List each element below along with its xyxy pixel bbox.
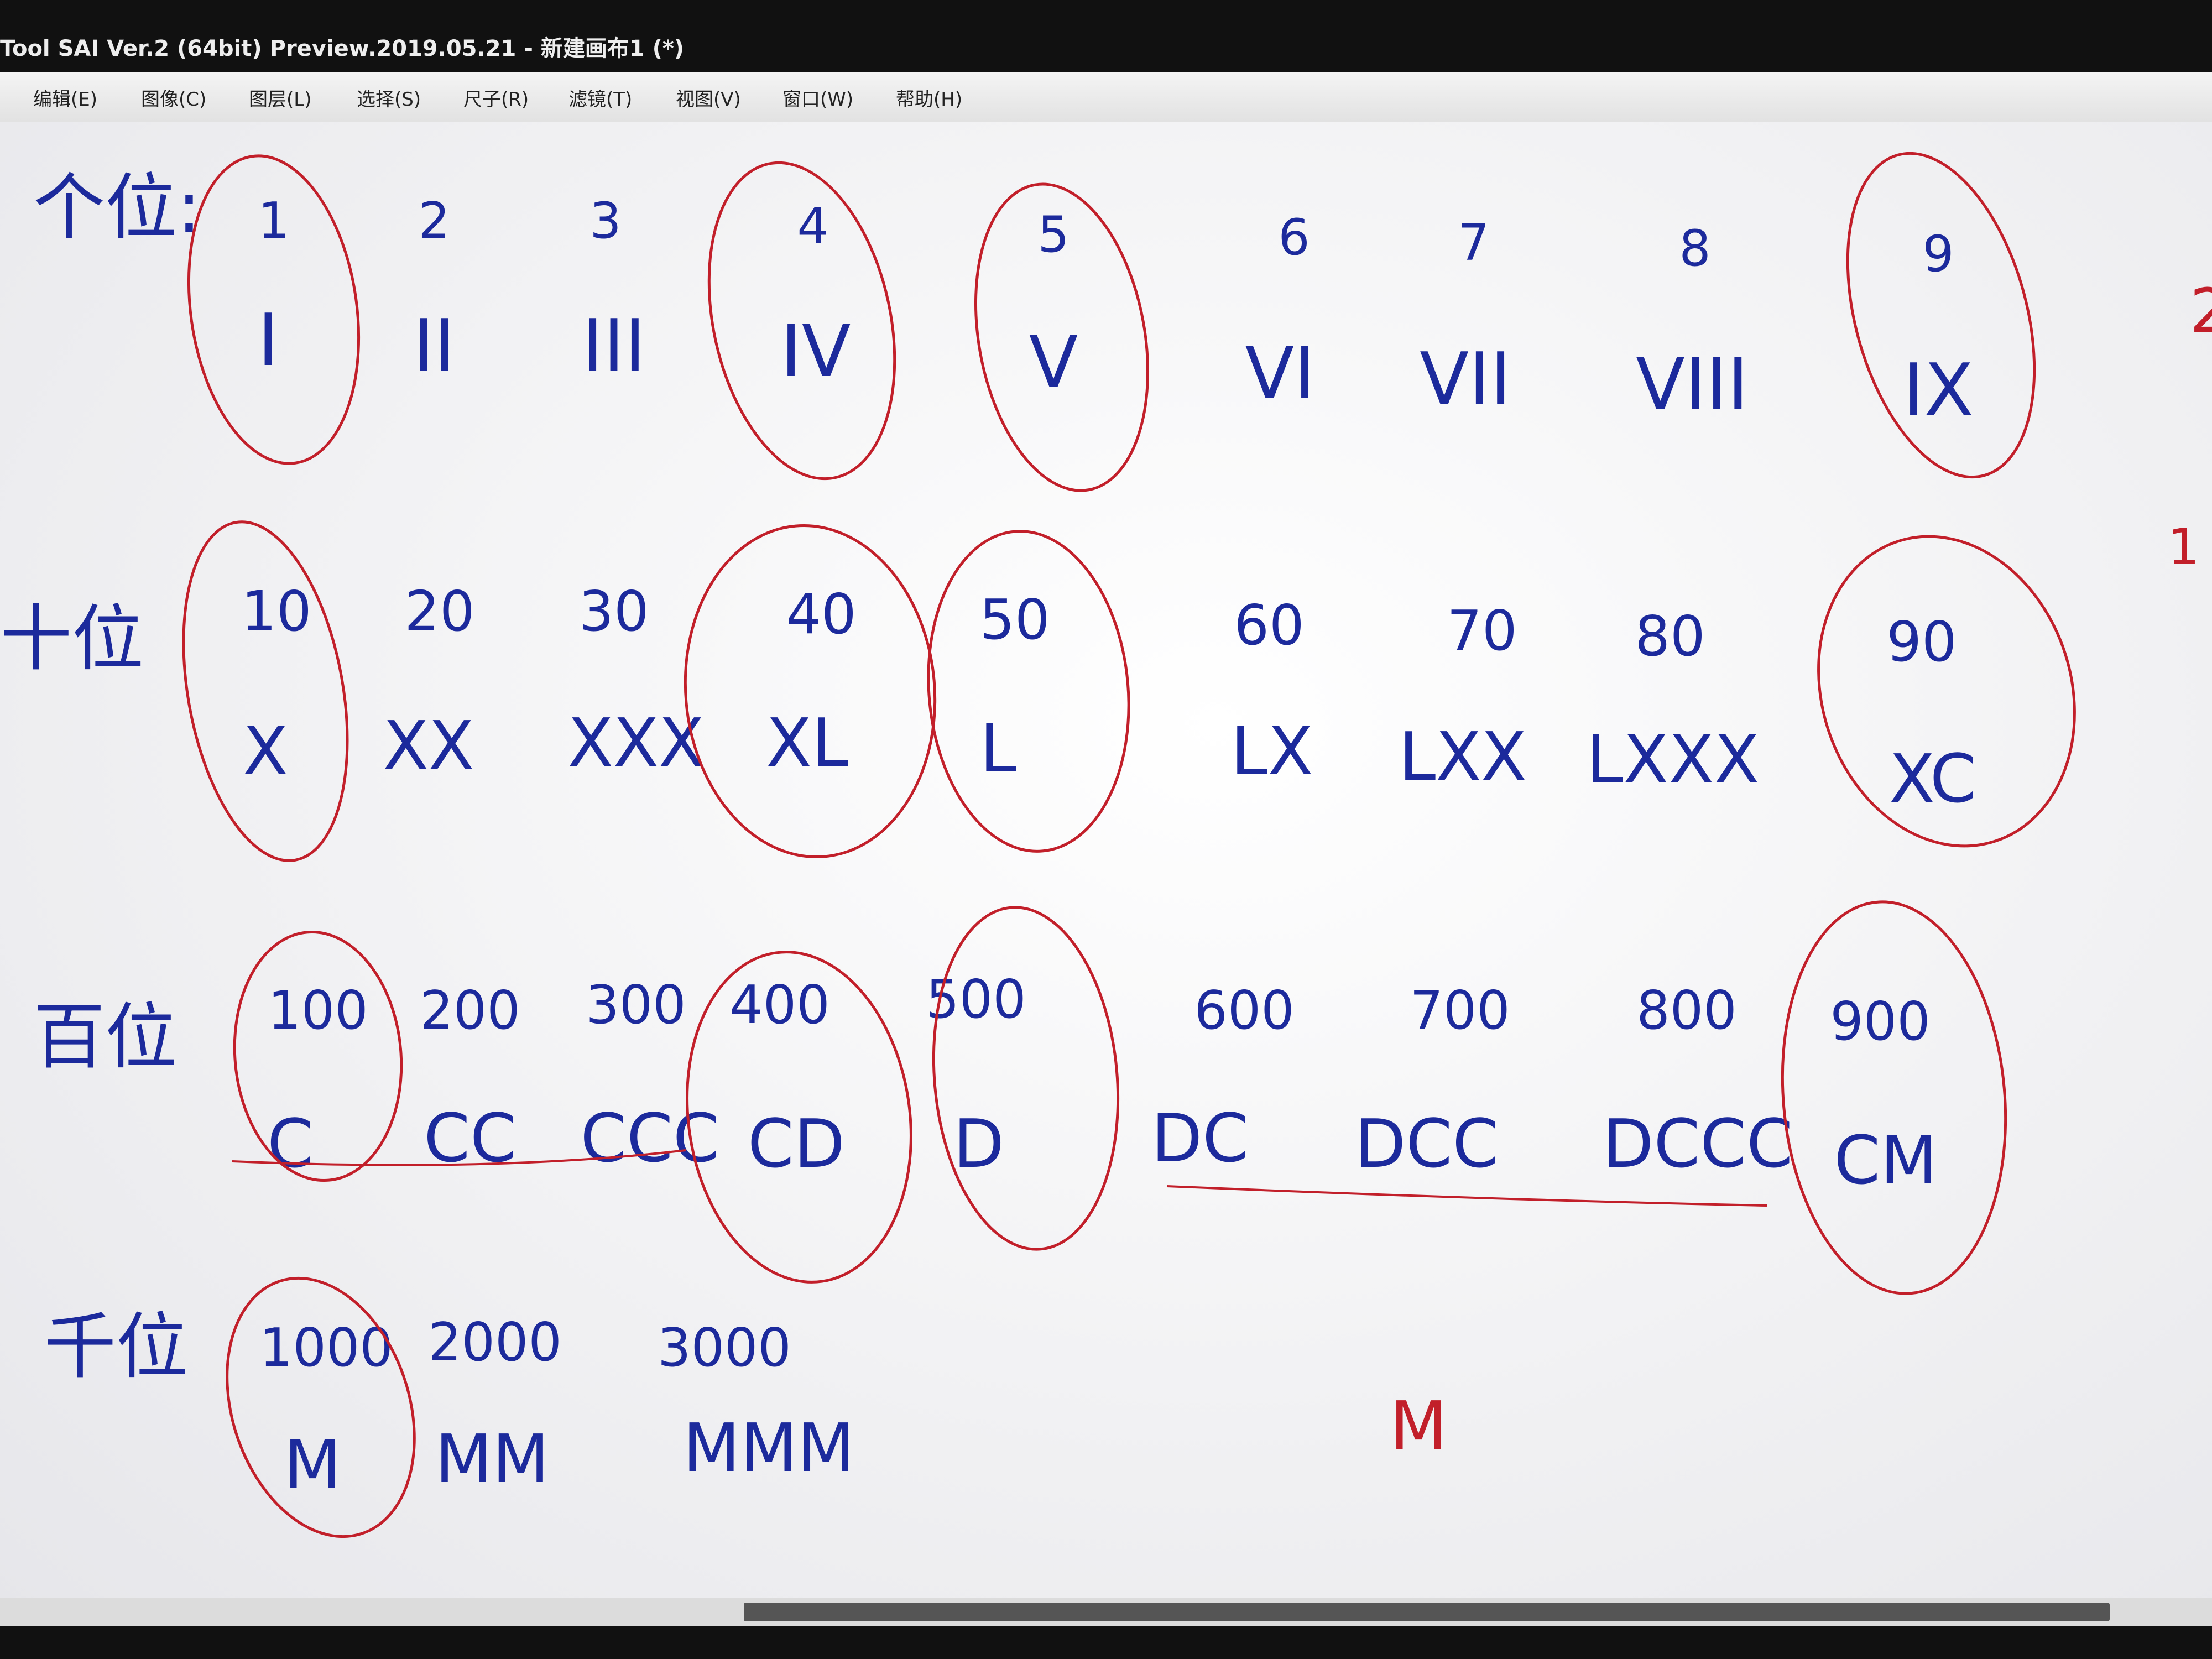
num-9: 9	[1922, 225, 1954, 283]
menu-edit[interactable]: 编辑(E)	[33, 84, 97, 111]
roman-LXXX: LXXX	[1586, 722, 1759, 799]
circle-10	[182, 520, 349, 862]
num-800: 800	[1636, 980, 1736, 1041]
roman-XX: XX	[383, 708, 474, 785]
roman-MMM: MMM	[683, 1410, 855, 1487]
roman-M: M	[284, 1427, 341, 1504]
roman-LXX: LXX	[1399, 719, 1526, 796]
roman-CD: CD	[748, 1106, 845, 1183]
circle-9	[1846, 152, 2036, 479]
roman-XL: XL	[766, 705, 848, 782]
roman-XXX: XXX	[568, 705, 705, 782]
num-1000: 1000	[259, 1318, 393, 1379]
num-300: 300	[586, 975, 686, 1036]
menu-bar: 编辑(E) 图像(C) 图层(L) 选择(S) 尺子(R) 滤镜(T) 视图(V…	[0, 72, 2212, 123]
num-100: 100	[268, 980, 368, 1041]
roman-I: I	[258, 298, 279, 382]
roman-V: V	[1029, 320, 1078, 404]
num-40: 40	[786, 582, 856, 646]
roman-DC: DC	[1151, 1100, 1249, 1177]
roman-L: L	[980, 711, 1017, 787]
roman-D: D	[953, 1106, 1004, 1183]
num-600: 600	[1194, 980, 1294, 1041]
canvas-drawing: 个位: 十位 百位 千位 1 2 3 4 5 6 7 8 9 I II III …	[0, 152, 2212, 1538]
roman-X: X	[243, 713, 288, 790]
underline-dc-dccc	[1166, 1185, 1767, 1207]
menu-image[interactable]: 图像(C)	[141, 84, 206, 111]
roman-CCC: CCC	[580, 1100, 719, 1177]
circle-900	[1781, 900, 2007, 1295]
roman-IV: IV	[780, 309, 851, 393]
num-2000: 2000	[428, 1312, 562, 1373]
num-1: 1	[258, 192, 289, 250]
roman-II: II	[413, 304, 456, 388]
red-note-m: M	[1390, 1388, 1447, 1465]
num-200: 200	[420, 980, 520, 1041]
num-4: 4	[797, 197, 828, 255]
row-label-tens: 十位	[0, 597, 144, 681]
scrollbar-thumb[interactable]	[744, 1603, 2110, 1621]
num-80: 80	[1635, 604, 1705, 669]
roman-MM: MM	[435, 1421, 549, 1498]
roman-IX: IX	[1903, 348, 1973, 432]
num-700: 700	[1410, 980, 1510, 1041]
num-70: 70	[1447, 598, 1517, 663]
roman-VI: VI	[1245, 331, 1315, 415]
roman-VIII: VIII	[1636, 342, 1749, 426]
horizontal-scrollbar[interactable]	[0, 1598, 2212, 1626]
menu-filter[interactable]: 滤镜(T)	[568, 84, 632, 111]
num-3: 3	[589, 192, 621, 250]
bottom-bezel	[0, 1626, 2212, 1659]
row-label-ones: 个位:	[33, 165, 201, 249]
circle-100	[233, 930, 403, 1182]
menu-help[interactable]: 帮助(H)	[896, 84, 962, 111]
circle-500	[932, 906, 1120, 1251]
margin-mark-1: 1	[2168, 518, 2199, 576]
menu-window[interactable]: 窗口(W)	[782, 84, 853, 111]
num-7: 7	[1458, 214, 1489, 272]
roman-LX: LX	[1230, 713, 1313, 790]
roman-DCC: DCC	[1355, 1106, 1499, 1183]
num-900: 900	[1830, 992, 1930, 1052]
window-title: Tool SAI Ver.2 (64bit) Preview.2019.05.2…	[0, 36, 685, 61]
num-6: 6	[1278, 208, 1310, 267]
row-label-hundreds: 百位	[33, 995, 177, 1079]
circle-40	[684, 524, 937, 859]
num-5: 5	[1037, 206, 1069, 264]
circle-1000	[226, 1276, 416, 1538]
num-30: 30	[578, 579, 649, 644]
roman-XC: XC	[1889, 741, 1976, 818]
roman-CM: CM	[1834, 1123, 1937, 1199]
row-label-thousands: 千位	[44, 1305, 188, 1389]
circle-90	[1817, 535, 2076, 848]
num-10: 10	[241, 579, 311, 644]
roman-VII: VII	[1420, 337, 1511, 421]
num-400: 400	[729, 975, 830, 1036]
num-60: 60	[1234, 593, 1304, 658]
num-2: 2	[418, 192, 450, 250]
num-3000: 3000	[658, 1318, 791, 1379]
menu-select[interactable]: 选择(S)	[357, 84, 421, 111]
menu-layer[interactable]: 图层(L)	[249, 84, 311, 111]
num-90: 90	[1886, 609, 1957, 674]
drawing-canvas[interactable]: 个位: 十位 百位 千位 1 2 3 4 5 6 7 8 9 I II III …	[0, 122, 2212, 1626]
num-8: 8	[1679, 220, 1710, 278]
menu-ruler[interactable]: 尺子(R)	[463, 84, 529, 111]
circle-50	[927, 530, 1130, 853]
num-20: 20	[404, 579, 474, 644]
title-bar: Tool SAI Ver.2 (64bit) Preview.2019.05.2…	[0, 0, 2212, 72]
roman-III: III	[582, 304, 645, 388]
num-50: 50	[979, 587, 1050, 652]
margin-mark-2: 2	[2190, 275, 2212, 346]
roman-DCCC: DCCC	[1603, 1106, 1793, 1183]
menu-view[interactable]: 视图(V)	[676, 84, 741, 111]
